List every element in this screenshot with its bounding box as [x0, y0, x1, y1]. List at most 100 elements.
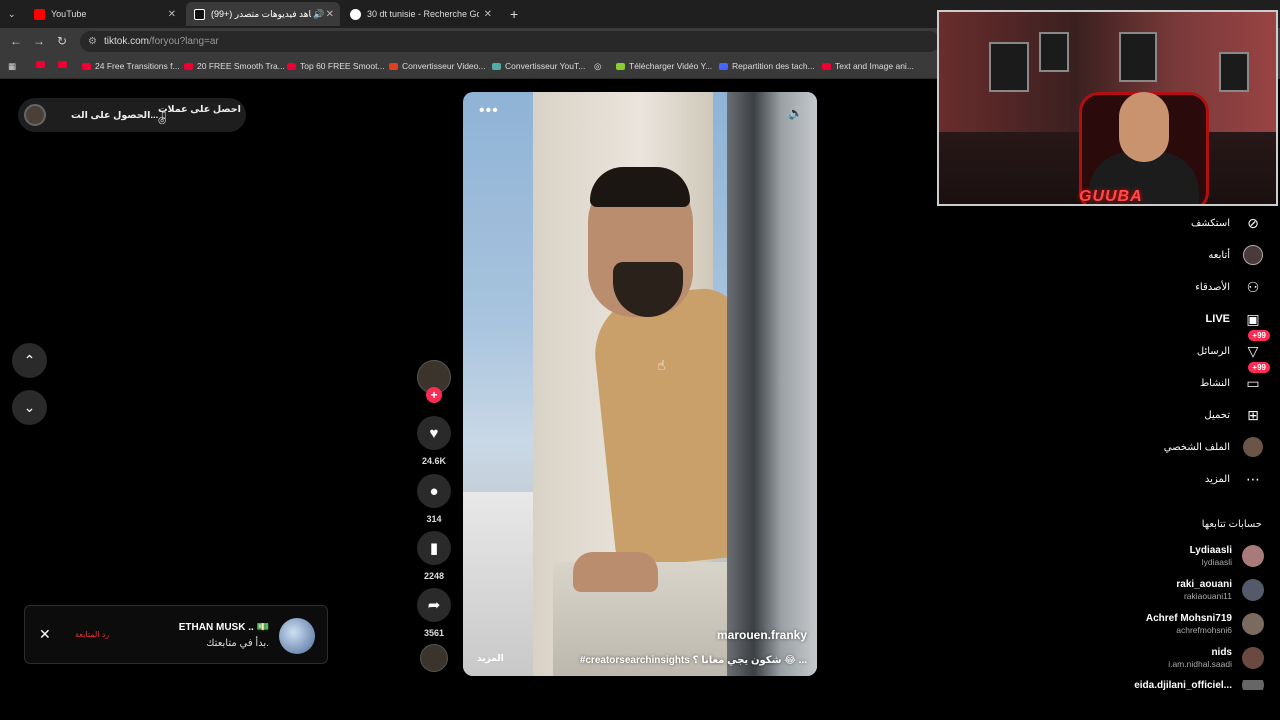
- like-button[interactable]: ♥ 24.6K: [416, 416, 452, 466]
- share-count: 3561: [423, 628, 445, 638]
- globe-icon[interactable]: ◎: [594, 61, 601, 72]
- tab-google[interactable]: 30 dt tunisie - Recherche Goog ✕: [342, 2, 498, 26]
- nav-friends[interactable]: الأصدقاء ⚇: [1064, 276, 1264, 298]
- save-count: 2248: [423, 571, 445, 581]
- forward-icon[interactable]: →: [33, 34, 45, 48]
- avatar[interactable]: [279, 618, 315, 654]
- bookmark-item[interactable]: Top 60 FREE Smoot...: [287, 61, 385, 71]
- following-account[interactable]: Lydiaasli lydiaasli: [1064, 545, 1264, 567]
- video-player[interactable]: ••• 🔊 marouen.franky #creatorsearchinsig…: [463, 92, 817, 676]
- bookmark-item[interactable]: Convertisseur YouT...: [492, 61, 585, 71]
- follow-plus-icon[interactable]: +: [426, 387, 442, 403]
- url-field[interactable]: ⚙ tiktok.com/foryou?lang=ar: [80, 31, 940, 52]
- like-count: 24.6K: [421, 456, 447, 466]
- video-subject: [573, 552, 658, 592]
- following-avatar-icon: [1242, 244, 1264, 266]
- youtube-icon: [184, 62, 193, 70]
- close-icon[interactable]: ✕: [484, 9, 492, 20]
- comment-button[interactable]: ● 314: [416, 474, 452, 524]
- following-account[interactable]: Achref Mohsni719 achrefmohsni6: [1064, 613, 1264, 635]
- webcam-background: [1119, 32, 1157, 82]
- next-video-button[interactable]: ⌄: [12, 390, 47, 425]
- nav-profile[interactable]: الملف الشخصي: [1064, 436, 1264, 458]
- nav-more[interactable]: المزيد ⋯: [1064, 468, 1264, 490]
- download-icon: [616, 62, 625, 70]
- tiktok-icon: [194, 8, 205, 20]
- reload-icon[interactable]: ↻: [57, 34, 67, 48]
- notification-badge: +99: [1248, 362, 1270, 373]
- avatar: [1242, 579, 1264, 601]
- following-account[interactable]: eida.djilani_officiel...: [1064, 680, 1264, 690]
- save-button[interactable]: ▮ 2248: [416, 531, 452, 581]
- video-menu-icon[interactable]: •••: [479, 102, 499, 120]
- music-disc-icon: [420, 644, 448, 672]
- notification-message: بدأ في متابعتك.: [206, 638, 269, 649]
- follow-back-button[interactable]: رد المتابعة: [75, 630, 109, 639]
- bookmark-youtube[interactable]: [36, 61, 49, 68]
- webcam-background: [989, 42, 1029, 92]
- webcam-background: [1219, 52, 1249, 92]
- speaker-icon[interactable]: 🔊: [313, 9, 324, 20]
- share-icon: ➦: [417, 588, 451, 622]
- volume-icon[interactable]: 🔊: [788, 106, 803, 120]
- apps-grid-icon[interactable]: ▦: [8, 61, 16, 72]
- close-icon[interactable]: ✕: [168, 9, 176, 20]
- nav-messages[interactable]: الرسائل ▽ +99: [1064, 330, 1270, 362]
- video-subject: [590, 167, 690, 207]
- top-actions-pill: الحصول على الت... ▯ احصل على عملات ◎: [18, 98, 246, 132]
- notification-name: ETHAN MUSK .. 💵: [178, 622, 269, 633]
- chevron-up-icon: ⌃: [23, 352, 36, 368]
- hand-cursor-icon: ☝: [657, 357, 666, 373]
- bookmark-youtube[interactable]: [58, 61, 71, 68]
- site-info-icon[interactable]: ⚙: [88, 31, 97, 52]
- avatar: [1242, 545, 1264, 567]
- coin-icon: ◎: [158, 115, 167, 126]
- get-coins-button[interactable]: احصل على عملات ◎: [158, 104, 246, 126]
- following-account[interactable]: nids i.am.nidhal.saadi: [1064, 647, 1264, 669]
- new-tab-button[interactable]: +: [502, 2, 522, 26]
- following-account[interactable]: raki_aouani rakiaouani11: [1064, 579, 1264, 601]
- bookmark-item[interactable]: 24 Free Transitions f...: [82, 61, 180, 71]
- activity-icon: ▭ +99: [1242, 362, 1270, 394]
- google-icon: [350, 8, 361, 20]
- nav-explore[interactable]: استكشف ⊘: [1064, 212, 1264, 234]
- bookmark-item[interactable]: Repartition des tach...: [719, 61, 815, 71]
- z-logo-icon: [389, 62, 398, 70]
- follow-notification: ✕ رد المتابعة ETHAN MUSK .. 💵 بدأ في متا…: [24, 605, 328, 664]
- tab-tiktok[interactable]: (99+) شاهد فيديوهات متصدر 🔊 ✕: [186, 2, 340, 26]
- notification-badge: +99: [1248, 330, 1270, 341]
- avatar: [1242, 680, 1264, 690]
- bookmark-item[interactable]: 20 FREE Smooth Tra...: [184, 61, 285, 71]
- comment-icon: ●: [417, 474, 451, 508]
- nav-following[interactable]: أتابعه: [1064, 244, 1264, 266]
- video-author[interactable]: marouen.franky: [717, 628, 807, 642]
- webcam-person: [1119, 92, 1169, 162]
- friends-icon: ⚇: [1246, 278, 1260, 295]
- more-button[interactable]: المزيد: [477, 653, 504, 664]
- close-icon[interactable]: ✕: [39, 626, 51, 643]
- previous-video-button[interactable]: ⌃: [12, 343, 47, 378]
- share-button[interactable]: ➦ 3561: [416, 588, 452, 638]
- live-tv-icon: ▣: [1246, 310, 1260, 327]
- bookmark-item[interactable]: Convertisseur Video...: [389, 61, 485, 71]
- chevron-down-icon: ⌄: [8, 8, 16, 19]
- close-icon[interactable]: ✕: [326, 9, 334, 20]
- music-disc[interactable]: [416, 644, 452, 672]
- bookmark-item[interactable]: Text and Image ani...: [822, 61, 914, 71]
- tab-youtube[interactable]: YouTube ✕: [26, 2, 182, 26]
- bookmark-icon: ▮: [417, 531, 451, 565]
- nav-live[interactable]: LIVE ▣: [1064, 308, 1264, 330]
- bookmark-item[interactable]: Télécharger Vidéo Y...: [616, 61, 712, 71]
- youtube-icon: [34, 8, 45, 20]
- creator-avatar[interactable]: +: [416, 360, 452, 403]
- heart-icon: ♥: [417, 416, 451, 450]
- nav-activity[interactable]: النشاط ▭ +99: [1064, 362, 1270, 394]
- streamer-logo: GUUBA: [1079, 188, 1143, 205]
- tab-search-button[interactable]: ⌄: [0, 2, 24, 26]
- avatar[interactable]: [24, 104, 46, 126]
- more-icon: ⋯: [1246, 470, 1260, 487]
- webcam-overlay: GUUBA: [937, 10, 1278, 206]
- get-app-button[interactable]: الحصول على الت... ▯: [71, 110, 166, 121]
- nav-upload[interactable]: تحميل ⊞: [1064, 404, 1264, 426]
- back-icon[interactable]: ←: [10, 34, 22, 48]
